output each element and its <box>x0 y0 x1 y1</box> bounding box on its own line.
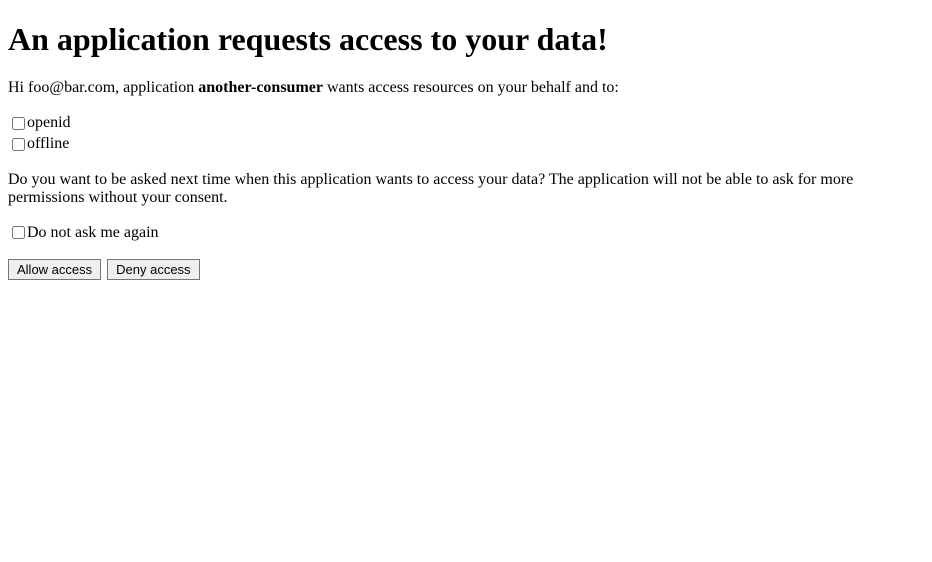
scope-label: offline <box>27 135 69 152</box>
intro-text: Hi foo@bar.com, application another-cons… <box>8 79 924 97</box>
scope-item: offline <box>8 134 924 155</box>
user-email: foo@bar.com <box>28 79 115 96</box>
scope-list: openid offline <box>8 113 924 155</box>
remember-label: Do not ask me again <box>27 224 159 241</box>
allow-button[interactable]: Allow access <box>8 259 101 280</box>
remember-item: Do not ask me again <box>8 223 924 244</box>
intro-greeting: Hi <box>8 79 28 96</box>
intro-mid1: , application <box>115 79 198 96</box>
button-row: Allow access Deny access <box>8 259 924 280</box>
app-name: another-consumer <box>198 79 323 96</box>
remember-checkbox[interactable] <box>12 226 25 239</box>
deny-button[interactable]: Deny access <box>107 259 199 280</box>
scope-item: openid <box>8 113 924 134</box>
scope-checkbox-offline[interactable] <box>12 138 25 151</box>
scope-checkbox-openid[interactable] <box>12 117 25 130</box>
scope-label: openid <box>27 114 71 131</box>
intro-mid2: wants access resources on your behalf an… <box>323 79 619 96</box>
remember-prompt: Do you want to be asked next time when t… <box>8 171 924 207</box>
remember-list: Do not ask me again <box>8 223 924 244</box>
page-title: An application requests access to your d… <box>8 21 924 58</box>
